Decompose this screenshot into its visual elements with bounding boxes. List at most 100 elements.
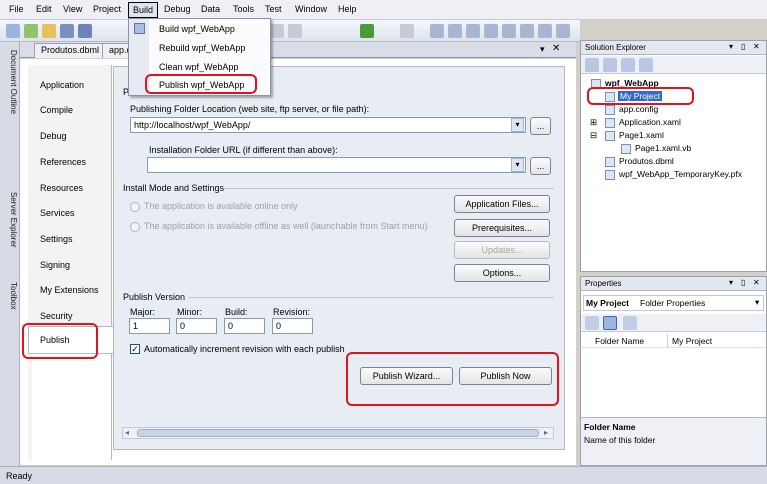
tree-app-config[interactable]: app.config [619, 104, 658, 114]
close-document-icon[interactable]: ✕ [552, 43, 560, 54]
menu-view[interactable]: View [63, 4, 82, 14]
solution-explorer-pane: Solution Explorer ▾ ▯ ✕ wpf_WebApp My Pr… [580, 40, 767, 272]
tree-page1-xaml-vb[interactable]: Page1.xaml.vb [635, 143, 691, 153]
close-pane-icon[interactable]: ✕ [753, 42, 760, 51]
highlight-publish-menu-item [145, 74, 257, 94]
menu-project[interactable]: Project [93, 4, 121, 14]
radio-online-only[interactable] [130, 202, 140, 212]
menu-debug[interactable]: Debug [164, 4, 191, 14]
menu-test[interactable]: Test [265, 4, 282, 14]
updates-button[interactable]: Updates... [454, 241, 550, 259]
status-text: Ready [6, 471, 33, 481]
collapse-page1-icon[interactable]: ⊟ [590, 130, 597, 141]
auto-increment-checkbox[interactable]: ✓ [130, 344, 140, 354]
toolbox-tab[interactable]: Toolbox [2, 282, 18, 310]
open-file-icon[interactable] [42, 24, 56, 38]
menu-build[interactable]: Build [128, 2, 159, 18]
radio-offline[interactable] [130, 222, 140, 232]
solution-explorer-icon[interactable] [430, 24, 444, 38]
properties-close-icon[interactable]: ✕ [753, 278, 760, 287]
undo-icon[interactable] [270, 24, 284, 38]
menu-edit[interactable]: Edit [36, 4, 52, 14]
scroll-right-icon[interactable]: ▸ [544, 428, 548, 437]
nav-services[interactable]: Services [40, 208, 75, 218]
nav-resources[interactable]: Resources [40, 183, 83, 193]
publishing-folder-input[interactable]: http://localhost/wpf_WebApp/ [130, 117, 526, 133]
property-row[interactable]: Folder Name My Project [581, 334, 766, 348]
add-item-icon[interactable] [24, 24, 38, 38]
start-page-icon[interactable] [502, 24, 516, 38]
menu-clean-project[interactable]: Clean wpf_WebApp [159, 62, 238, 72]
document-outline-tab[interactable]: Document Outline [2, 50, 18, 114]
pin-icon[interactable]: ▯ [741, 42, 745, 51]
object-browser-icon[interactable] [466, 24, 480, 38]
tree-page1-xaml[interactable]: Page1.xaml [619, 130, 664, 140]
nav-debug[interactable]: Debug [40, 131, 67, 141]
nav-references[interactable]: References [40, 157, 86, 167]
publishing-folder-browse-button[interactable]: ... [530, 117, 551, 135]
start-debugging-icon[interactable] [360, 24, 374, 38]
revision-input[interactable]: 0 [272, 318, 313, 334]
nav-application[interactable]: Application [40, 80, 84, 90]
new-project-icon[interactable] [6, 24, 20, 38]
output-window-icon[interactable] [556, 24, 570, 38]
menu-file[interactable]: File [9, 4, 24, 14]
installation-url-browse-button[interactable]: ... [530, 157, 551, 175]
minor-value: 0 [180, 321, 186, 331]
tab-produtos-dbml[interactable]: Produtos.dbml [34, 43, 107, 58]
properties-icon[interactable] [585, 58, 599, 72]
error-list-icon[interactable] [538, 24, 552, 38]
command-window-icon[interactable] [520, 24, 534, 38]
pane-menu-icon[interactable]: ▾ [729, 42, 733, 51]
scroll-thumb[interactable] [137, 429, 539, 437]
menu-rebuild-project[interactable]: Rebuild wpf_WebApp [159, 43, 245, 53]
menu-window[interactable]: Window [295, 4, 327, 14]
major-input[interactable]: 1 [129, 318, 170, 334]
installation-url-dropdown-icon[interactable]: ▾ [511, 158, 524, 172]
nav-signing[interactable]: Signing [40, 260, 70, 270]
expand-application-icon[interactable]: ⊞ [590, 117, 597, 128]
publishing-folder-dropdown-icon[interactable]: ▾ [511, 118, 524, 132]
build-input[interactable]: 0 [224, 318, 265, 334]
refresh-icon[interactable] [621, 58, 635, 72]
find-icon[interactable] [400, 24, 414, 38]
show-all-files-icon[interactable] [603, 58, 617, 72]
menu-help[interactable]: Help [338, 4, 357, 14]
dbml-file-icon [605, 157, 615, 167]
prerequisites-button[interactable]: Prerequisites... [454, 219, 550, 237]
property-pages-icon[interactable] [623, 316, 637, 330]
menu-build-project[interactable]: Build wpf_WebApp [159, 24, 235, 34]
highlight-publish-buttons [346, 352, 559, 406]
redo-icon[interactable] [288, 24, 302, 38]
radio-online-only-label: The application is available online only [144, 201, 298, 211]
application-files-button[interactable]: Application Files... [454, 195, 550, 213]
tree-produtos-dbml[interactable]: Produtos.dbml [619, 156, 674, 166]
menu-data[interactable]: Data [201, 4, 220, 14]
tab-list-icon[interactable]: ▾ [540, 44, 545, 55]
properties-menu-icon[interactable]: ▾ [729, 278, 733, 287]
save-icon[interactable] [60, 24, 74, 38]
minor-input[interactable]: 0 [176, 318, 217, 334]
object-selector-dropdown-icon[interactable]: ▾ [755, 297, 759, 308]
properties-window-icon[interactable] [448, 24, 462, 38]
properties-object-selector[interactable]: My Project Folder Properties ▾ [583, 295, 764, 311]
scroll-left-icon[interactable]: ◂ [125, 428, 129, 437]
tree-application-xaml[interactable]: Application.xaml [619, 117, 681, 127]
categorized-icon[interactable] [585, 316, 599, 330]
server-explorer-tab[interactable]: Server Explorer [2, 192, 18, 248]
nav-settings[interactable]: Settings [40, 234, 73, 244]
nav-compile[interactable]: Compile [40, 105, 73, 115]
tree-temporary-key[interactable]: wpf_WebApp_TemporaryKey.pfx [619, 169, 742, 179]
nav-security[interactable]: Security [40, 311, 73, 321]
properties-pane: Properties ▾ ▯ ✕ My Project Folder Prope… [580, 276, 767, 466]
options-button[interactable]: Options... [454, 264, 550, 282]
view-code-icon[interactable] [639, 58, 653, 72]
horizontal-scrollbar[interactable]: ◂ ▸ [122, 427, 554, 439]
save-all-icon[interactable] [78, 24, 92, 38]
properties-pin-icon[interactable]: ▯ [741, 278, 745, 287]
menu-tools[interactable]: Tools [233, 4, 254, 14]
alphabetical-icon[interactable] [603, 316, 617, 330]
nav-my-extensions[interactable]: My Extensions [40, 285, 99, 295]
installation-url-input[interactable] [147, 157, 526, 173]
toolbox-icon[interactable] [484, 24, 498, 38]
